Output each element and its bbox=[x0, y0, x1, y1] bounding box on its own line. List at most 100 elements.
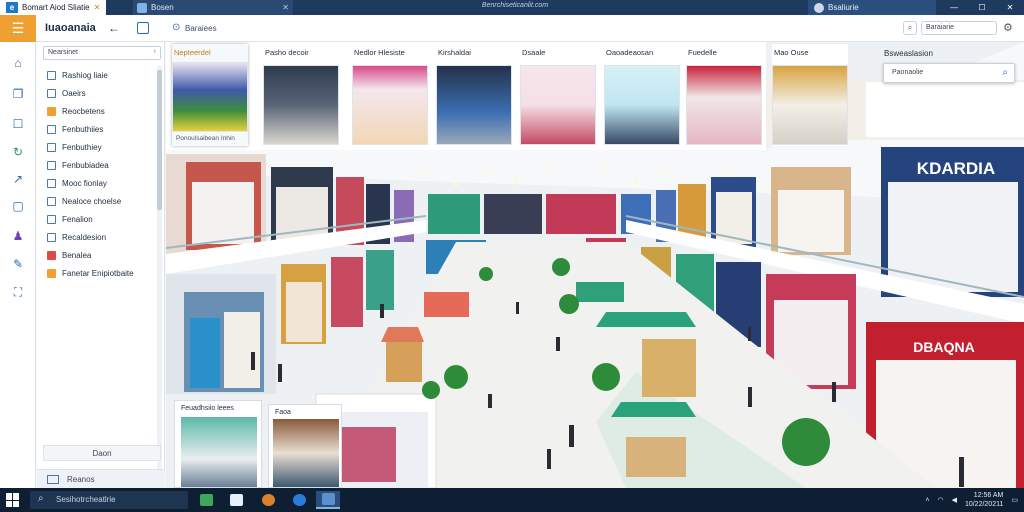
item-icon bbox=[47, 106, 56, 116]
sidebar-item[interactable]: Fenbubiadea bbox=[47, 156, 157, 174]
category-card[interactable]: Nedlor Hlesiste bbox=[352, 44, 428, 146]
bottom-card-label: Faoa bbox=[275, 409, 291, 416]
sidebar-item[interactable]: Mooc fionlay bbox=[47, 174, 157, 192]
sidebar-item-label: Recaldesion bbox=[62, 232, 107, 242]
chevron-up-icon[interactable]: ˄ bbox=[925, 497, 929, 504]
category-card[interactable]: Dsaale bbox=[520, 44, 596, 146]
bottom-thumbnail-card[interactable]: Faoa bbox=[268, 404, 342, 488]
sidebar-item[interactable]: Fenalion bbox=[47, 210, 157, 228]
right-panel-label: Bsweaslasion bbox=[884, 49, 933, 58]
sidebar-item[interactable]: Nealoce choelse bbox=[47, 192, 157, 210]
bottom-card-thumbnail bbox=[273, 419, 339, 487]
wifi-icon[interactable]: ◠ bbox=[937, 496, 943, 504]
item-icon bbox=[47, 178, 56, 188]
close-tab-icon[interactable]: ✕ bbox=[282, 3, 289, 12]
edge-icon bbox=[292, 494, 306, 506]
category-label: Dsaale bbox=[522, 48, 546, 57]
category-thumbnail bbox=[352, 65, 428, 145]
sidebar-item[interactable]: Fenbuthiey bbox=[47, 138, 157, 156]
category-label: Oaoadeaosan bbox=[606, 48, 654, 57]
sidebar-item-label: Benalea bbox=[62, 250, 92, 260]
taskbar-app-files[interactable] bbox=[194, 491, 218, 509]
maximize-icon[interactable]: ☐ bbox=[968, 0, 996, 15]
right-search-input[interactable]: Paonaolie ⌕ bbox=[883, 63, 1015, 83]
notification-icon[interactable]: ▭ bbox=[1011, 496, 1018, 504]
store-icon bbox=[229, 494, 243, 506]
window-controls: — ☐ ✕ bbox=[940, 0, 1024, 15]
network-icon[interactable]: ⛶ bbox=[11, 285, 25, 299]
browser-tab-2[interactable]: Bosen ✕ bbox=[133, 0, 293, 15]
sidebar-footer-button[interactable]: Daon bbox=[43, 445, 161, 461]
taskbar-search-input[interactable]: ⌕ Sesihotrcheatlrie bbox=[30, 491, 188, 509]
taskbar-app-active[interactable] bbox=[316, 491, 340, 509]
address-bar[interactable]: Benrchiseticanlit.com bbox=[420, 2, 610, 13]
frame-icon[interactable]: ▢ bbox=[11, 199, 25, 213]
sidebar-item-label: Reocbetens bbox=[62, 106, 105, 116]
taskbar-app-edge[interactable] bbox=[287, 491, 311, 509]
category-card[interactable]: Pasho decoir bbox=[263, 44, 339, 146]
sidebar-item[interactable]: Fanetar Enipiotbaite bbox=[47, 264, 157, 282]
icon-rail: ⌂ ❐ ☐ ↻ ↗ ▢ ♟ ✎ ⛶ bbox=[0, 42, 36, 488]
bottom-thumbnail-card[interactable]: Feuadhsiio leees bbox=[174, 400, 262, 488]
sidebar-item[interactable]: Reocbetens bbox=[47, 102, 157, 120]
search-icon: ⌕ bbox=[38, 493, 44, 504]
sidebar-item[interactable]: Fenbuthiies bbox=[47, 120, 157, 138]
gear-icon[interactable]: ⚙ bbox=[1003, 21, 1013, 34]
search-icon[interactable]: ⌕ bbox=[903, 21, 917, 35]
taskbar-app-browser[interactable] bbox=[256, 491, 280, 509]
category-card[interactable]: Kirshaldai bbox=[436, 44, 512, 146]
sidebar-footer-bar[interactable]: Reanos bbox=[37, 469, 165, 488]
browser-tab-1[interactable]: e Bomart Aiod Sliatie ✕ bbox=[0, 0, 107, 15]
category-label: Fuedelle bbox=[688, 48, 717, 57]
sidebar-item[interactable]: Recaldesion bbox=[47, 228, 157, 246]
sidebar-scrollbar[interactable] bbox=[157, 66, 162, 486]
hamburger-menu-icon[interactable]: ☰ bbox=[0, 15, 36, 42]
clock[interactable]: 12:56 AM 10/22/20211 bbox=[965, 491, 1003, 509]
category-card[interactable]: Oaoadeaosan bbox=[604, 44, 680, 146]
sidebar-item[interactable]: Oaeirs bbox=[47, 84, 157, 102]
item-icon bbox=[47, 250, 56, 260]
square-icon[interactable]: ☐ bbox=[11, 117, 25, 131]
toolbar-right-field[interactable]: Baraiarie bbox=[921, 21, 997, 35]
category-thumbnail bbox=[686, 65, 762, 145]
search-icon[interactable]: ⊙ bbox=[172, 22, 180, 33]
sidebar-item-label: Mooc fionlay bbox=[62, 178, 107, 188]
analytics-icon[interactable]: ↗ bbox=[11, 172, 25, 186]
category-thumbnail bbox=[436, 65, 512, 145]
window-icon[interactable] bbox=[137, 22, 149, 34]
back-arrow-icon[interactable]: ← bbox=[108, 21, 120, 35]
sidebar-item[interactable]: Benalea bbox=[47, 246, 157, 264]
category-card[interactable]: Fuedelle bbox=[686, 44, 762, 146]
category-card[interactable]: Nepteerdel Ponoulsaibean Inhin bbox=[172, 44, 248, 146]
sidebar-search-input[interactable]: Nearsinet › bbox=[43, 46, 161, 60]
chevron-down-icon[interactable]: › bbox=[154, 48, 156, 55]
sidebar-item[interactable]: Rashiog liaie bbox=[47, 66, 157, 84]
sidebar-item-label: Fenalion bbox=[62, 214, 93, 224]
edit-icon[interactable]: ✎ bbox=[11, 257, 25, 271]
item-icon bbox=[47, 160, 56, 170]
category-label: Nedlor Hlesiste bbox=[354, 48, 405, 57]
browser-tab-1-title: Bomart Aiod Sliatie bbox=[22, 3, 90, 12]
category-card[interactable]: Mao Ouse bbox=[772, 44, 848, 146]
scrollbar-thumb[interactable] bbox=[157, 70, 162, 210]
sidebar-item-label: Rashiog liaie bbox=[62, 70, 108, 80]
sidebar-item-label: Fenbuthiies bbox=[62, 124, 104, 134]
close-tab-icon[interactable]: ✕ bbox=[94, 3, 101, 12]
taskbar-app-store[interactable] bbox=[224, 491, 248, 509]
page-title: Iuaoanaia bbox=[45, 22, 96, 34]
close-window-icon[interactable]: ✕ bbox=[996, 0, 1024, 15]
start-icon[interactable] bbox=[6, 493, 20, 507]
refresh-icon[interactable]: ↻ bbox=[11, 145, 25, 159]
volume-icon[interactable]: ◀ bbox=[952, 496, 957, 504]
user-icon[interactable]: ♟ bbox=[11, 229, 25, 243]
category-strip: Nepteerdel Ponoulsaibean Inhin Pasho dec… bbox=[166, 42, 766, 150]
minimize-icon[interactable]: — bbox=[940, 0, 968, 15]
home-icon[interactable]: ⌂ bbox=[11, 56, 25, 70]
browser-tab-3[interactable]: Bsaliurie bbox=[808, 0, 936, 15]
system-tray: ˄ ◠ ◀ 12:56 AM 10/22/20211 ▭ bbox=[925, 488, 1018, 512]
toolbar-search-label[interactable]: Baraiees bbox=[185, 24, 217, 33]
category-thumbnail bbox=[604, 65, 680, 145]
copy-icon[interactable]: ❐ bbox=[11, 87, 25, 101]
search-icon[interactable]: ⌕ bbox=[1002, 67, 1008, 78]
taskbar: ⌕ Sesihotrcheatlrie ˄ ◠ ◀ 12:56 AM 10/22… bbox=[0, 488, 1024, 512]
